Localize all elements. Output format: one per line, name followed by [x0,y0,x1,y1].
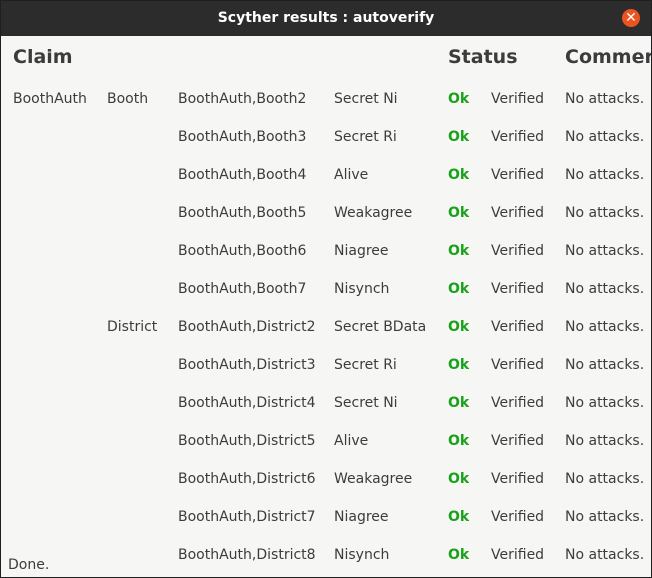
table-row: BoothAuth,Booth4 Alive Ok Verified No attack… [1,156,651,194]
verified-cell: Verified [491,357,545,373]
claim-type-cell: Nisynch [334,547,390,563]
status-ok-cell: Ok [448,547,470,563]
table-row: BoothAuth,Booth6 Niagree Ok Verified No atta… [1,232,651,270]
verified-cell: Verified [491,433,545,449]
claim-id-cell: BoothAuth,Booth2 [178,91,307,107]
table-row: BoothAuth,District7 Niagree Ok Verified No a… [1,498,651,536]
status-ok-cell: Ok [448,91,470,107]
verified-cell: Verified [491,205,545,221]
comment-cell: No attacks. [565,357,645,373]
table-row: BoothAuth,District3 Secret Ri Ok Verified No… [1,346,651,384]
claim-type-cell: Secret Ni [334,395,398,411]
verified-cell: Verified [491,281,545,297]
status-ok-cell: Ok [448,281,470,297]
claim-type-cell: Secret BData [334,319,427,335]
status-ok-cell: Ok [448,433,470,449]
comment-cell: No attacks. [565,547,645,563]
claim-id-cell: BoothAuth,District8 [178,547,316,563]
claim-id-cell: BoothAuth,District3 [178,357,316,373]
verified-cell: Verified [491,91,545,107]
claim-id-cell: BoothAuth,District2 [178,319,316,335]
verified-cell: Verified [491,395,545,411]
status-ok-cell: Ok [448,509,470,525]
verified-cell: Verified [491,509,545,525]
role-cell: Booth [107,91,149,107]
close-button[interactable]: ✕ [622,9,640,27]
claim-type-cell: Niagree [334,509,389,525]
table-row: District BoothAuth,District2 Secret BData O… [1,308,651,346]
claim-type-cell: Alive [334,433,369,449]
header-claim: Claim [13,46,73,68]
table-row: BoothAuth,District8 Nisynch Ok Verified No a… [1,536,651,574]
verified-cell: Verified [491,129,545,145]
claim-type-cell: Alive [334,167,369,183]
table-row: BoothAuth,Booth3 Secret Ri Ok Verified No at… [1,118,651,156]
table-row: BoothAuth,District4 Secret Ni Ok Verified No… [1,384,651,422]
comment-cell: No attacks. [565,243,645,259]
status-ok-cell: Ok [448,319,470,335]
status-ok-cell: Ok [448,395,470,411]
header-status: Status [448,46,518,68]
window-title: Scyther results : autoverify [217,10,435,26]
table-row: BoothAuth,Booth7 Nisynch Ok Verified No atta… [1,270,651,308]
status-ok-cell: Ok [448,129,470,145]
status-ok-cell: Ok [448,167,470,183]
claim-type-cell: Nisynch [334,281,390,297]
claim-id-cell: BoothAuth,Booth3 [178,129,307,145]
claim-type-cell: Secret Ni [334,91,398,107]
claim-id-cell: BoothAuth,District7 [178,509,316,525]
status-ok-cell: Ok [448,357,470,373]
verified-cell: Verified [491,471,545,487]
status-ok-cell: Ok [448,243,470,259]
verified-cell: Verified [491,319,545,335]
status-bar-text: Done. [8,557,50,573]
comment-cell: No attacks. [565,129,645,145]
claim-id-cell: BoothAuth,District5 [178,433,316,449]
verified-cell: Verified [491,243,545,259]
table-row: BoothAuth,District6 Weakagree Ok Verified No… [1,460,651,498]
status-ok-cell: Ok [448,205,470,221]
claim-type-cell: Secret Ri [334,129,397,145]
role-cell: District [107,319,158,335]
comment-cell: No attacks. [565,319,645,335]
claim-type-cell: Weakagree [334,205,413,221]
claim-type-cell: Secret Ri [334,357,397,373]
results-table: Claim Status Commer BoothAuth Booth BoothA… [1,36,651,577]
comment-cell: No attacks. [565,281,645,297]
claim-id-cell: BoothAuth,Booth6 [178,243,307,259]
comment-cell: No attacks. [565,205,645,221]
comment-cell: No attacks. [565,395,645,411]
close-icon: ✕ [625,10,637,26]
status-ok-cell: Ok [448,471,470,487]
claim-id-cell: BoothAuth,Booth7 [178,281,307,297]
comment-cell: No attacks. [565,91,645,107]
comment-cell: No attacks. [565,167,645,183]
claim-id-cell: BoothAuth,District4 [178,395,316,411]
header-comments: Commer [565,46,651,68]
table-row: BoothAuth Booth BoothAuth,Booth2 Secret Ni O… [1,80,651,118]
claim-id-cell: BoothAuth,District6 [178,471,316,487]
results-window: Scyther results : autoverify ✕ Claim Sta… [0,0,652,578]
table-row: BoothAuth,Booth5 Weakagree Ok Verified No at… [1,194,651,232]
claim-id-cell: BoothAuth,Booth5 [178,205,307,221]
verified-cell: Verified [491,167,545,183]
comment-cell: No attacks. [565,433,645,449]
claim-type-cell: Niagree [334,243,389,259]
comment-cell: No attacks. [565,471,645,487]
title-bar[interactable]: Scyther results : autoverify ✕ [1,1,651,36]
verified-cell: Verified [491,547,545,563]
protocol-cell: BoothAuth [13,91,87,107]
table-row: BoothAuth,District5 Alive Ok Verified No att… [1,422,651,460]
comment-cell: No attacks. [565,509,645,525]
claim-id-cell: BoothAuth,Booth4 [178,167,307,183]
claim-type-cell: Weakagree [334,471,413,487]
